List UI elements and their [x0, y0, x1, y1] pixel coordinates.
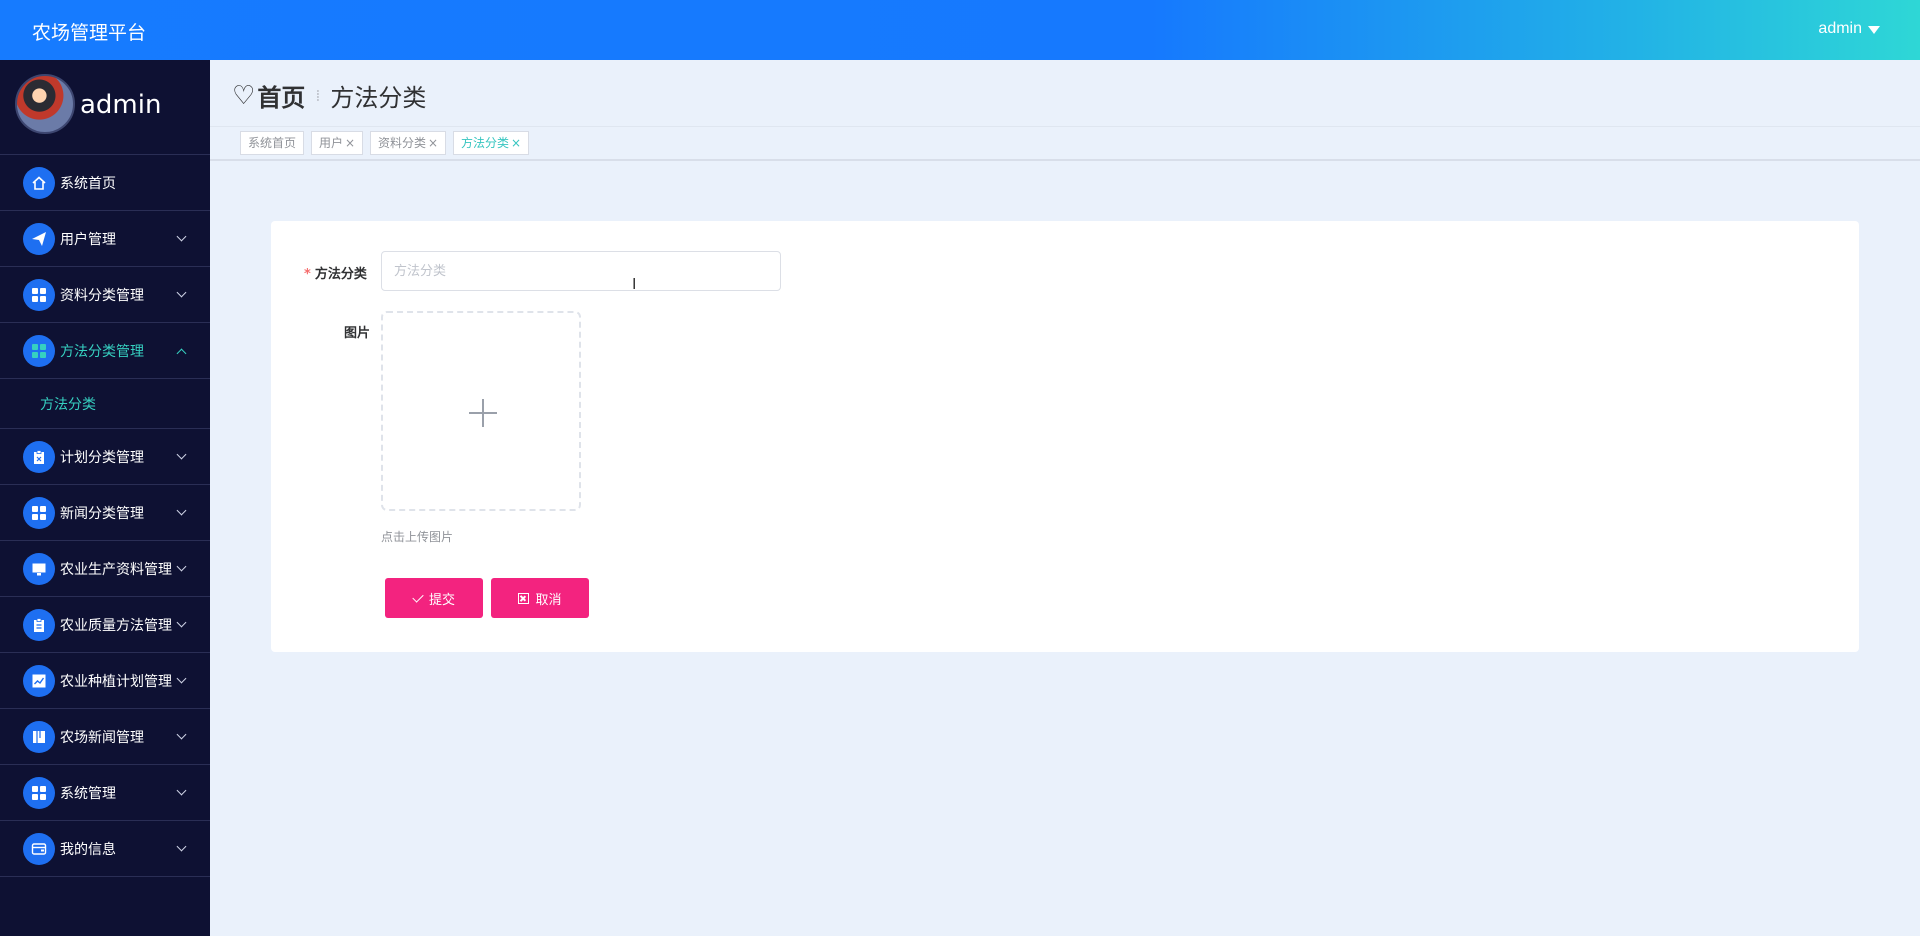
- tag-users[interactable]: 用户 ×: [311, 131, 364, 155]
- sidebar-profile: admin: [0, 60, 210, 155]
- sidebar-item-system[interactable]: 系统管理: [0, 765, 210, 821]
- sidebar-item-method-category[interactable]: 方法分类管理: [0, 323, 210, 379]
- wallet-icon: [23, 832, 55, 865]
- sidebar-item-farm-news[interactable]: 农场新闻管理: [0, 709, 210, 765]
- chart-icon: [23, 664, 55, 697]
- chevron-down-icon: [176, 505, 187, 516]
- monitor-icon: [23, 552, 55, 585]
- chevron-down-icon: [176, 617, 187, 628]
- breadcrumb-separator-icon: ⁞: [315, 86, 321, 105]
- chevron-down-icon: [176, 561, 187, 572]
- grid-icon: [23, 496, 55, 529]
- sidebar-item-label: 农业生产资料管理: [60, 561, 172, 578]
- cancel-button-label: 取消: [535, 592, 562, 608]
- close-icon[interactable]: ×: [345, 136, 355, 150]
- sidebar-item-production-material[interactable]: 农业生产资料管理: [0, 541, 210, 597]
- sidebar-item-users[interactable]: 用户管理: [0, 211, 210, 267]
- content-header: ♡ 首页 ⁞ 方法分类: [210, 60, 1920, 126]
- breadcrumb: ♡ 首页 ⁞ 方法分类: [232, 78, 426, 113]
- sidebar-item-my-info[interactable]: 我的信息: [0, 821, 210, 877]
- clipboard-icon: [23, 608, 55, 641]
- image-label: 图片: [344, 326, 371, 341]
- book-icon: [23, 720, 55, 753]
- home-icon: [23, 166, 55, 199]
- tag-label: 用户: [319, 136, 344, 150]
- chevron-down-icon: [176, 729, 187, 740]
- check-icon: [412, 590, 424, 603]
- chevron-down-icon: [176, 841, 187, 852]
- grid-icon: [23, 278, 55, 311]
- sidebar-item-label: 农业质量方法管理: [60, 617, 172, 634]
- sidebar-item-plan-category[interactable]: 计划分类管理: [0, 429, 210, 485]
- sidebar-subitem-method-category[interactable]: 方法分类: [0, 379, 210, 429]
- paper-plane-icon: [23, 222, 55, 255]
- submit-button[interactable]: 提交: [385, 578, 483, 618]
- close-square-icon: [518, 592, 530, 604]
- sidebar-item-planting-plan[interactable]: 农业种植计划管理: [0, 653, 210, 709]
- submit-button-label: 提交: [428, 592, 455, 608]
- sidebar-item-label: 农业种植计划管理: [60, 673, 172, 690]
- tag-label: 资料分类: [378, 136, 427, 150]
- method-category-label: * 方法分类: [304, 263, 367, 282]
- sidebar-item-label: 我的信息: [60, 841, 116, 858]
- sidebar: admin 系统首页 用户管理 资料分类管理 方法分类管理 方法分类 计划分类管…: [0, 60, 210, 936]
- breadcrumb-current: 方法分类: [330, 84, 427, 112]
- close-icon[interactable]: ×: [511, 136, 521, 150]
- sidebar-subitem-label: 方法分类: [40, 396, 96, 413]
- text-cursor-icon: I: [632, 276, 637, 293]
- required-marker: *: [304, 267, 311, 282]
- sidebar-item-label: 新闻分类管理: [60, 505, 144, 522]
- caret-down-icon: [1868, 26, 1880, 34]
- clipboard-icon: [23, 440, 55, 473]
- chevron-down-icon: [176, 287, 187, 298]
- chevron-down-icon: [176, 673, 187, 684]
- tag-material-category[interactable]: 资料分类 ×: [370, 131, 447, 155]
- grid-icon: [23, 334, 55, 367]
- method-category-label-text: 方法分类: [314, 267, 367, 282]
- heart-icon: ♡: [232, 80, 256, 111]
- top-bar: 农场管理平台 admin: [0, 0, 1920, 60]
- close-icon[interactable]: ×: [428, 136, 438, 150]
- upload-hint: 点击上传图片: [381, 530, 454, 544]
- sidebar-item-material-category[interactable]: 资料分类管理: [0, 267, 210, 323]
- sidebar-item-label: 农场新闻管理: [60, 729, 144, 746]
- user-name: admin: [1818, 20, 1862, 37]
- grid-icon: [23, 776, 55, 809]
- sidebar-item-home[interactable]: 系统首页: [0, 155, 210, 211]
- chevron-down-icon: [176, 449, 187, 460]
- tag-home[interactable]: 系统首页: [240, 131, 305, 155]
- tag-label: 方法分类: [461, 136, 510, 150]
- sidebar-item-label: 资料分类管理: [60, 287, 144, 304]
- method-category-input[interactable]: [381, 251, 781, 291]
- sidebar-item-label: 用户管理: [60, 231, 116, 248]
- tag-label: 系统首页: [248, 136, 297, 150]
- form-card: *方法分类 图片 点击上传图片 提交 取消: [271, 221, 1859, 652]
- sidebar-item-quality-method[interactable]: 农业质量方法管理: [0, 597, 210, 653]
- tags-view: 系统首页 用户 × 资料分类 × 方法分类 ×: [210, 126, 1920, 161]
- sidebar-item-label: 计划分类管理: [60, 449, 144, 466]
- image-upload-area[interactable]: [381, 311, 581, 511]
- cancel-button[interactable]: 取消: [491, 578, 589, 618]
- app-title: 农场管理平台: [32, 22, 147, 44]
- sidebar-item-label: 系统管理: [60, 785, 116, 802]
- chevron-up-icon: [176, 348, 187, 359]
- profile-name: admin: [80, 90, 162, 120]
- sidebar-item-news-category[interactable]: 新闻分类管理: [0, 485, 210, 541]
- breadcrumb-home[interactable]: 首页: [257, 78, 305, 113]
- tag-method-category[interactable]: 方法分类 ×: [453, 131, 530, 155]
- chevron-down-icon: [176, 231, 187, 242]
- sidebar-item-label: 系统首页: [60, 175, 116, 192]
- chevron-down-icon: [176, 785, 187, 796]
- avatar: [15, 74, 75, 134]
- plus-icon-vertical: [482, 399, 484, 427]
- sidebar-item-label: 方法分类管理: [60, 343, 144, 360]
- user-menu[interactable]: admin: [1818, 20, 1880, 38]
